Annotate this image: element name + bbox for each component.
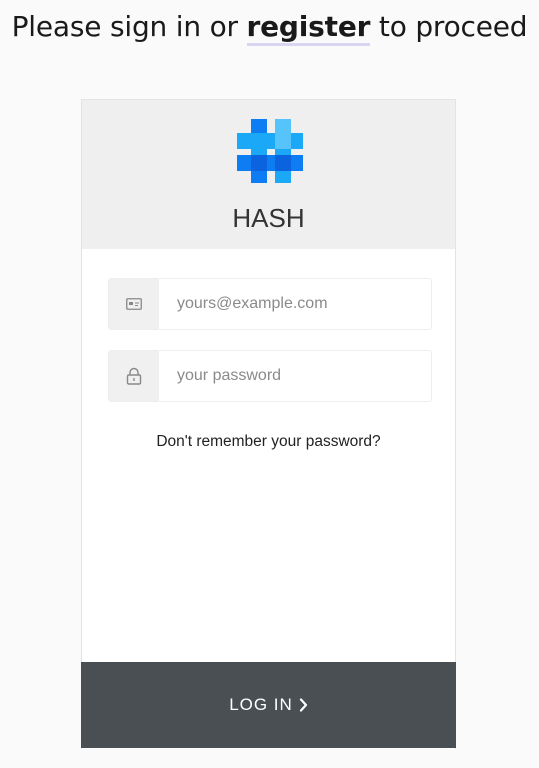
hash-logo xyxy=(237,119,303,183)
card-header: HASH xyxy=(82,100,455,249)
register-link[interactable]: register xyxy=(246,10,370,46)
lock-icon xyxy=(126,367,142,385)
password-field xyxy=(108,350,432,402)
email-field xyxy=(108,278,432,330)
login-button-label: LOG IN xyxy=(229,695,293,714)
heading-text-after: to proceed xyxy=(370,10,528,43)
chevron-right-icon xyxy=(299,698,308,712)
email-input[interactable] xyxy=(159,279,431,329)
brand-name: HASH xyxy=(232,203,305,233)
heading-text-before: Please sign in or xyxy=(11,10,247,43)
id-card-icon xyxy=(126,298,142,310)
password-icon-box xyxy=(109,351,159,401)
page: Please sign in or register to proceed HA… xyxy=(0,0,539,768)
page-heading: Please sign in or register to proceed xyxy=(0,10,539,46)
login-button[interactable]: LOG IN xyxy=(81,662,456,748)
password-input[interactable] xyxy=(159,351,431,401)
email-icon-box xyxy=(109,279,159,329)
login-card: HASH Don't re xyxy=(81,99,456,749)
forgot-password-link[interactable]: Don't remember your password? xyxy=(82,433,455,451)
